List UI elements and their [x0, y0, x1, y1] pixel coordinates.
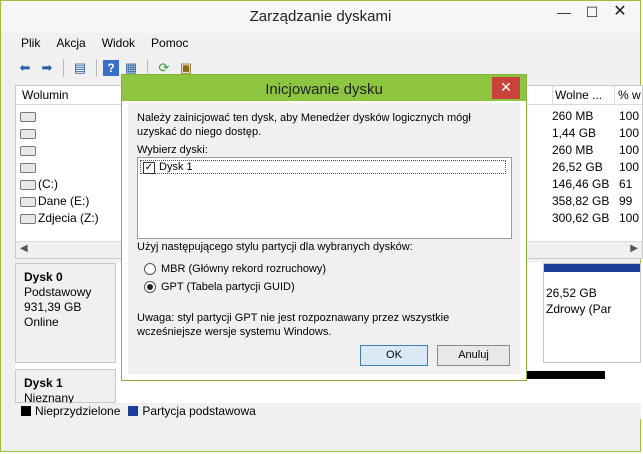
column-header-percent[interactable]: % w — [614, 86, 642, 105]
partition-size: 26,52 GB — [546, 286, 597, 300]
legend-primary: Partycja podstawowa — [142, 404, 256, 418]
dialog-body: Należy zainicjować ten dysk, aby Menedże… — [128, 103, 520, 374]
gpt-label[interactable]: GPT (Tabela partycji GUID) — [161, 281, 295, 293]
partition-status: Zdrowy (Par — [546, 302, 612, 316]
console-tree-icon[interactable]: ▤ — [70, 58, 90, 78]
scroll-right-icon[interactable]: ▶ — [630, 243, 638, 254]
disk-selection-list: ✓ Dysk 1 — [137, 157, 512, 239]
dialog-title-bar: Inicjowanie dysku ✕ — [122, 75, 526, 101]
disk-1-name: Dysk 1 — [24, 376, 63, 390]
initialize-disk-dialog: Inicjowanie dysku ✕ Należy zainicjować t… — [121, 74, 527, 381]
drive-icon — [20, 129, 36, 139]
toolbar-separator — [63, 59, 64, 77]
menu-action[interactable]: Akcja — [48, 33, 93, 55]
dialog-title: Inicjowanie dysku — [265, 81, 383, 98]
drive-icon — [20, 197, 36, 207]
ok-button[interactable]: OK — [360, 345, 428, 366]
scroll-left-icon[interactable]: ◀ — [20, 243, 28, 254]
disk-1-label[interactable]: Dysk 1 Nieznany — [15, 369, 116, 405]
toolbar-separator — [96, 59, 97, 77]
disk-0-partition[interactable]: 26,52 GB Zdrowy (Par — [543, 263, 641, 363]
drive-icon — [20, 180, 36, 190]
disk-0-label[interactable]: Dysk 0 Podstawowy 931,39 GB Online — [15, 263, 116, 363]
close-button[interactable]: ✕ — [606, 2, 634, 24]
minimize-button[interactable]: — — [550, 2, 578, 24]
drive-icon — [20, 214, 36, 224]
primary-swatch — [128, 406, 139, 416]
mbr-radio[interactable] — [144, 263, 156, 275]
back-arrow-icon[interactable]: ⬅ — [15, 58, 35, 78]
dialog-intro: Należy zainicjować ten dysk, aby Menedże… — [137, 112, 471, 138]
disk-0-type: Podstawowy — [24, 285, 92, 299]
disk-1-list-item[interactable]: ✓ Dysk 1 — [140, 160, 506, 174]
disk-0-status: Online — [24, 315, 59, 329]
window-title: Zarządzanie dyskami — [249, 8, 392, 25]
disk-1-checkbox[interactable]: ✓ — [143, 162, 155, 174]
select-disks-label: Wybierz dyski: — [137, 144, 208, 156]
legend: Nieprzydzielone Partycja podstawowa — [15, 403, 641, 419]
unallocated-swatch — [21, 406, 31, 416]
drive-icon — [20, 163, 36, 173]
menu-help[interactable]: Pomoc — [143, 33, 196, 55]
forward-arrow-icon[interactable]: ➡ — [37, 58, 57, 78]
legend-unallocated: Nieprzydzielone — [35, 404, 121, 418]
menu-bar: Plik Akcja Widok Pomoc — [1, 33, 640, 55]
disk-0-size: 931,39 GB — [24, 300, 82, 314]
menu-file[interactable]: Plik — [13, 33, 48, 55]
window-controls: — ☐ ✕ — [550, 2, 634, 26]
column-header-free[interactable]: Wolne ... — [552, 86, 614, 105]
cancel-button[interactable]: Anuluj — [437, 345, 510, 366]
partition-color-bar — [544, 264, 640, 272]
drive-icon — [20, 146, 36, 156]
gpt-note: Uwaga: styl partycji GPT nie jest rozpoz… — [137, 312, 450, 338]
partition-style-label: Użyj następującego stylu partycji dla wy… — [137, 241, 413, 253]
maximize-button[interactable]: ☐ — [578, 2, 606, 24]
drive-icon — [20, 112, 36, 122]
dialog-close-button[interactable]: ✕ — [492, 77, 520, 99]
help-icon[interactable]: ? — [103, 60, 119, 76]
mbr-label[interactable]: MBR (Główny rekord rozruchowy) — [161, 263, 326, 275]
menu-view[interactable]: Widok — [94, 33, 143, 55]
title-bar: Zarządzanie dyskami — ☐ ✕ — [1, 1, 640, 33]
disk-0-name: Dysk 0 — [24, 270, 63, 284]
gpt-radio[interactable] — [144, 281, 156, 293]
